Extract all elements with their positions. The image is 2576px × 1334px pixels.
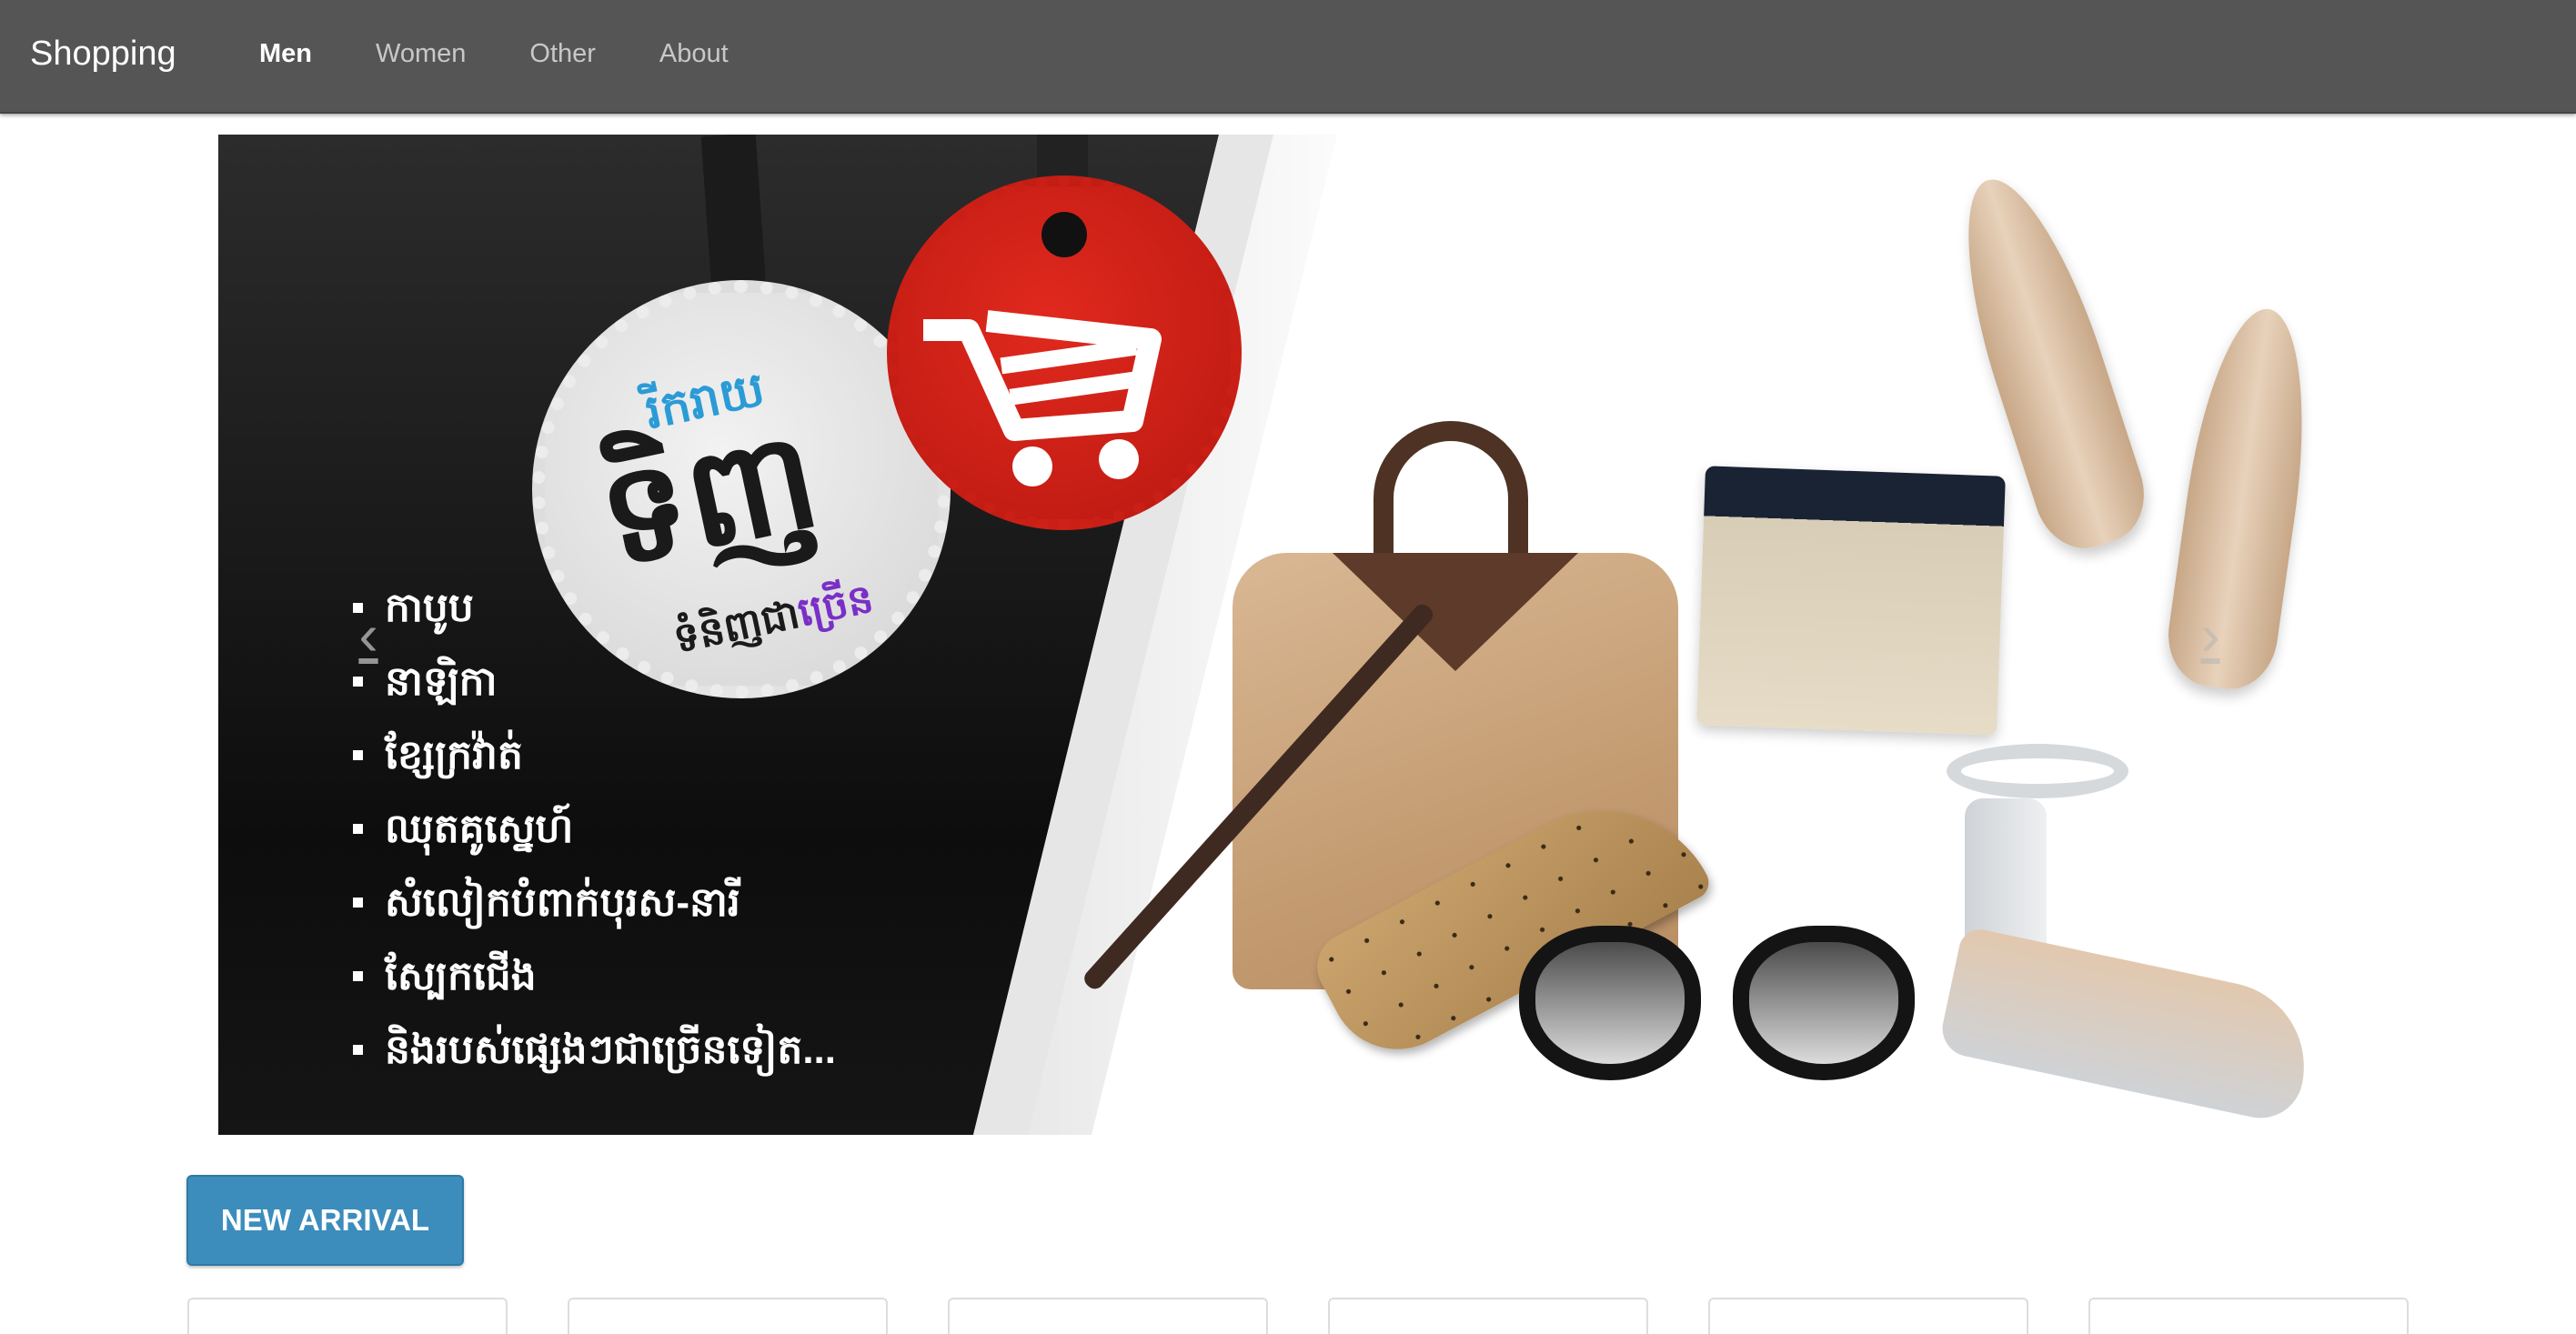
carousel-prev-button[interactable]: ‹ <box>332 598 405 671</box>
chevron-right-icon: › <box>2200 602 2220 667</box>
product-card[interactable] <box>1328 1298 1648 1334</box>
new-arrival-button[interactable]: NEW ARRIVAL <box>186 1175 464 1266</box>
list-item-label: សំលៀកបំពាក់បុរស-នារី <box>385 880 740 925</box>
list-item-label: ឈុតគូស្នេហ៍ <box>385 807 574 851</box>
list-item-label: និងរបស់ផ្សេងៗជាច្រើនទៀត... <box>385 1028 837 1072</box>
sunglasses-lens-right <box>1733 926 1915 1080</box>
bullet-icon <box>353 898 363 908</box>
list-item-label: ខ្សែក្រវ៉ាត់ <box>385 733 523 777</box>
nav-item-about: About <box>628 31 760 76</box>
sunglasses-image <box>1519 926 1928 1098</box>
bullet-icon <box>353 971 363 981</box>
tag-hole <box>1041 212 1087 257</box>
bullet-icon <box>353 1045 363 1055</box>
nav-item-other: Other <box>498 31 628 76</box>
brand-link[interactable]: Shopping <box>30 31 176 76</box>
product-category-list: កាបូប នាឡិកា ខ្សែក្រវ៉ាត់ ឈុតគូស្នេហ៍ សំ… <box>353 571 836 1087</box>
main-nav: Men Women Other About <box>227 31 760 76</box>
product-card[interactable] <box>2088 1298 2409 1334</box>
list-item: សំលៀកបំពាក់បុរស-នារី <box>353 866 836 939</box>
nav-item-women: Women <box>344 31 498 76</box>
nav-item-men: Men <box>227 31 344 76</box>
list-item: និងរបស់ផ្សេងៗជាច្រើនទៀត... <box>353 1013 836 1087</box>
bullet-icon <box>353 677 363 687</box>
product-card[interactable] <box>187 1298 508 1334</box>
list-item: កាបូប <box>353 571 836 645</box>
bullet-icon <box>353 824 363 834</box>
chevron-left-icon: ‹ <box>358 602 378 667</box>
product-card[interactable] <box>568 1298 888 1334</box>
sandal-image <box>1928 735 2320 1135</box>
clutch-image <box>1696 466 2006 736</box>
list-item: នាឡិកា <box>353 645 836 718</box>
sandal-sole <box>1937 925 2320 1127</box>
bullet-icon <box>353 750 363 760</box>
product-card[interactable] <box>948 1298 1268 1334</box>
hero-carousel: រីករាយ ទិញ ទំនិញជាច្រើន កាបូប នាឡិកា ខ្ស… <box>218 135 2407 1135</box>
list-item-label: ស្បែកជើង <box>385 954 537 998</box>
sunglasses-lens-left <box>1519 926 1701 1080</box>
nav-link-other[interactable]: Other <box>498 31 628 76</box>
carousel-next-button[interactable]: › <box>2174 598 2247 671</box>
nav-link-women[interactable]: Women <box>344 31 498 76</box>
list-item: ឈុតគូស្នេហ៍ <box>353 792 836 866</box>
list-item: ស្បែកជើង <box>353 939 836 1013</box>
list-item: ខ្សែក្រវ៉ាត់ <box>353 718 836 792</box>
nav-link-about[interactable]: About <box>628 31 760 76</box>
sandal-strap <box>1947 744 2128 798</box>
shopping-cart-icon <box>923 310 1162 486</box>
nav-link-men[interactable]: Men <box>227 31 344 76</box>
product-card[interactable] <box>1708 1298 2028 1334</box>
top-navbar: Shopping Men Women Other About <box>0 0 2576 114</box>
